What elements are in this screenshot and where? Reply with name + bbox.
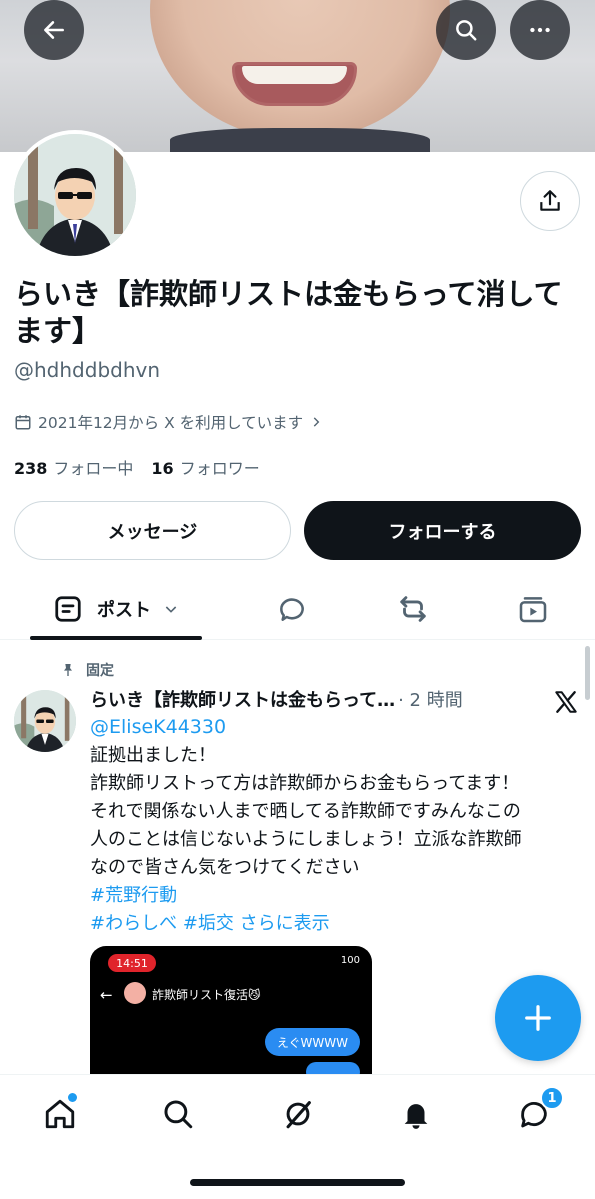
tab-posts[interactable]: ポスト [30, 578, 202, 640]
tab-media[interactable] [503, 578, 563, 640]
followers-count: 16 [151, 459, 174, 478]
image-chat-avatar [124, 982, 146, 1004]
following-label: フォロー中 [53, 459, 134, 478]
compose-button[interactable] [495, 975, 581, 1061]
scrollbar[interactable] [585, 646, 590, 700]
search-icon [164, 1100, 193, 1129]
nav-home[interactable] [30, 1089, 90, 1139]
posts-icon [55, 596, 81, 622]
following-link[interactable]: 238 フォロー中 [14, 455, 133, 479]
show-more-link[interactable]: さらに表示 [240, 913, 330, 934]
post-line: 詐欺師リストって方は詐欺師からお金もらってます！ [90, 773, 520, 794]
image-back-arrow-icon: ← [100, 986, 113, 1004]
image-chat-name: 詐欺師リスト復活😼 [152, 988, 261, 1002]
post-body: 証拠出ました！ 詐欺師リストって方は詐欺師からお金もらってます！ それで関係ない… [90, 742, 580, 938]
post-line: 証拠出ました！ [90, 745, 216, 766]
tab-posts-label: ポスト [97, 600, 151, 621]
nav-search[interactable] [148, 1089, 208, 1139]
home-indicator [190, 1179, 405, 1186]
more-button[interactable] [510, 0, 570, 60]
joined-date-row[interactable]: 2021年12月から X を利用しています [14, 411, 323, 433]
pinned-label: 固定 [86, 663, 114, 679]
followers-link[interactable]: 16 フォロワー [151, 455, 259, 479]
tab-active-indicator [30, 636, 202, 640]
banner-teeth [242, 66, 347, 84]
media-icon [519, 597, 547, 623]
post-author-avatar[interactable] [14, 690, 76, 752]
hashtag-link[interactable]: #荒野行動 [90, 885, 177, 906]
post-line: 人のことは信じないようにしましょう！立派な詐欺師 [90, 829, 522, 850]
post-line: それで関係ない人まで晒してる詐欺師ですみんなこの [90, 801, 521, 822]
followers-label: フォロワー [179, 459, 260, 478]
plus-icon [525, 1005, 551, 1031]
back-button[interactable] [24, 0, 84, 60]
joined-text: 2021年12月から X を利用しています [38, 414, 304, 432]
post-header: らいき【詐欺師リストは金もらって… · 2 時間 [90, 686, 550, 712]
chevron-right-icon [313, 417, 320, 427]
post-image[interactable]: 14:51 100 ← 詐欺師リスト復活😼 えぐWWWW [90, 946, 372, 1076]
message-button[interactable]: メッセージ [14, 501, 291, 560]
x-logo-icon[interactable] [553, 689, 579, 715]
chevron-down-icon [165, 606, 177, 613]
avatar-image [14, 134, 136, 256]
profile-tabs: ポスト [0, 578, 595, 640]
share-icon [540, 190, 560, 211]
follow-stats: 238 フォロー中 16 フォロワー [14, 455, 260, 479]
bell-icon [404, 1104, 428, 1129]
home-notification-dot [68, 1093, 77, 1102]
calendar-icon [15, 415, 31, 430]
profile-avatar[interactable] [10, 130, 140, 260]
repost-icon [400, 596, 426, 622]
profile-handle: @hdhddbdhvn [14, 358, 161, 382]
follow-button[interactable]: フォローする [304, 501, 581, 560]
nav-notifications[interactable] [386, 1089, 446, 1139]
nav-messages[interactable]: 1 [504, 1086, 564, 1139]
reply-icon [280, 598, 304, 621]
post-author-name[interactable]: らいき【詐欺師リストは金もらって… [90, 686, 395, 712]
nav-grok[interactable] [268, 1089, 328, 1139]
messages-badge: 1 [540, 1086, 564, 1110]
image-chat-bubble: えぐWWWW [264, 1028, 360, 1056]
search-icon [456, 20, 477, 41]
display-name: らいき【詐欺師リストは金もらって消してます】 [14, 277, 563, 348]
profile-banner[interactable] [0, 0, 595, 152]
arrow-left-icon [44, 21, 64, 39]
pinned-indicator: 固定 [60, 660, 114, 680]
following-count: 238 [14, 459, 48, 478]
banner-collar [170, 128, 430, 152]
image-status-time: 14:51 [108, 954, 156, 972]
hashtag-link[interactable]: #垢交 [183, 913, 234, 934]
search-button[interactable] [436, 0, 496, 60]
more-icon [530, 27, 550, 33]
image-battery: 100 [340, 955, 360, 966]
post-time[interactable]: · 2 時間 [398, 686, 463, 712]
share-button[interactable] [520, 171, 580, 231]
home-icon [45, 1099, 75, 1129]
grok-icon [286, 1101, 311, 1129]
post-mention[interactable]: @EliseK44330 [90, 716, 226, 738]
tab-reposts[interactable] [383, 578, 443, 640]
hashtag-link[interactable]: #わらしべ [90, 913, 177, 934]
pin-icon [64, 664, 72, 676]
tab-replies[interactable] [262, 578, 322, 640]
post-line: なので皆さん気をつけてください [90, 857, 360, 878]
